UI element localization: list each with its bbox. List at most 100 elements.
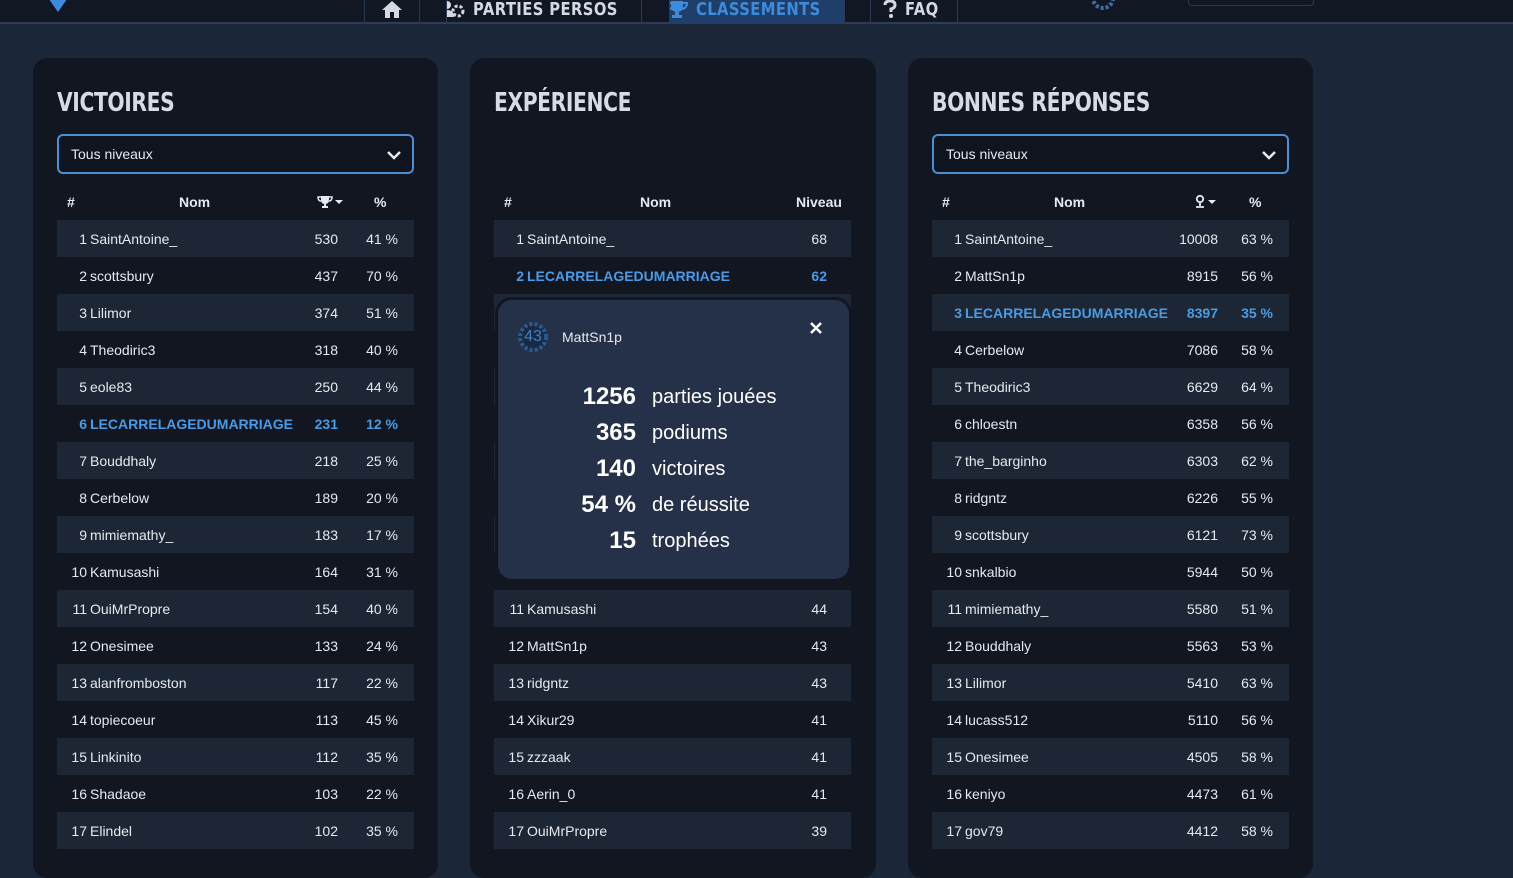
table-row[interactable]: 1 SaintAntoine_ 530 41 %	[57, 220, 414, 257]
table-row[interactable]: 4 Cerbelow 7086 58 %	[932, 331, 1289, 368]
row-player-name[interactable]: eole83	[90, 368, 132, 405]
table-row[interactable]: 4 Theodiric3 318 40 %	[57, 331, 414, 368]
row-player-name[interactable]: scottsbury	[90, 257, 154, 294]
table-row[interactable]: 15 Onesimee 4505 58 %	[932, 738, 1289, 775]
table-row[interactable]: 7 Bouddhaly 218 25 %	[57, 442, 414, 479]
table-row[interactable]: 9 mimiemathy_ 183 17 %	[57, 516, 414, 553]
row-player-name[interactable]: LECARRELAGEDUMARRIAGE	[90, 405, 293, 442]
sort-victories-button[interactable]	[317, 183, 343, 220]
row-player-name[interactable]: Onesimee	[965, 738, 1029, 775]
logo-icon[interactable]	[44, 0, 72, 12]
header-name[interactable]: Nom	[179, 183, 210, 220]
row-player-name[interactable]: Kamusashi	[527, 590, 596, 627]
table-row[interactable]: 16 Aerin_0 41	[494, 775, 851, 812]
row-player-name[interactable]: Lilimor	[90, 294, 131, 331]
table-row[interactable]: 8 Cerbelow 189 20 %	[57, 479, 414, 516]
table-row[interactable]: 6 LECARRELAGEDUMARRIAGE 231 12 %	[57, 405, 414, 442]
row-player-name[interactable]: snkalbio	[965, 553, 1016, 590]
row-player-name[interactable]: Lilimor	[965, 664, 1006, 701]
table-row[interactable]: 15 zzzaak 41	[494, 738, 851, 775]
table-row[interactable]: 15 Linkinito 112 35 %	[57, 738, 414, 775]
row-player-name[interactable]: Onesimee	[90, 627, 154, 664]
table-row[interactable]: 5 eole83 250 44 %	[57, 368, 414, 405]
table-row[interactable]: 14 topiecoeur 113 45 %	[57, 701, 414, 738]
table-row[interactable]: 14 Xikur29 41	[494, 701, 851, 738]
table-row[interactable]: 16 keniyo 4473 61 %	[932, 775, 1289, 812]
row-player-name[interactable]: Cerbelow	[965, 331, 1024, 368]
table-row[interactable]: 7 the_barginho 6303 62 %	[932, 442, 1289, 479]
row-player-name[interactable]: chloestn	[965, 405, 1017, 442]
row-player-name[interactable]: LECARRELAGEDUMARRIAGE	[527, 257, 730, 294]
header-name[interactable]: Nom	[1054, 183, 1085, 220]
row-player-name[interactable]: Bouddhaly	[90, 442, 156, 479]
table-row[interactable]: 14 lucass512 5110 56 %	[932, 701, 1289, 738]
header-level[interactable]: Niveau	[796, 183, 842, 220]
table-row[interactable]: 1 SaintAntoine_ 68	[494, 220, 851, 257]
level-filter-select[interactable]: Tous niveaux	[932, 134, 1289, 174]
table-row[interactable]: 10 snkalbio 5944 50 %	[932, 553, 1289, 590]
row-player-name[interactable]: scottsbury	[965, 516, 1029, 553]
table-row[interactable]: 2 LECARRELAGEDUMARRIAGE 62	[494, 257, 851, 294]
table-row[interactable]: 17 OuiMrPropre 39	[494, 812, 851, 849]
table-row[interactable]: 1 SaintAntoine_ 10008 63 %	[932, 220, 1289, 257]
table-row[interactable]: 17 Elindel 102 35 %	[57, 812, 414, 849]
table-row[interactable]: 2 MattSn1p 8915 56 %	[932, 257, 1289, 294]
table-row[interactable]: 16 Shadaoe 103 22 %	[57, 775, 414, 812]
table-row[interactable]: 3 LECARRELAGEDUMARRIAGE 8397 35 %	[932, 294, 1289, 331]
table-row[interactable]: 13 Lilimor 5410 63 %	[932, 664, 1289, 701]
nav-parties-persos[interactable]: PARTIES PERSOS	[446, 0, 642, 24]
row-player-name[interactable]: MattSn1p	[965, 257, 1025, 294]
row-player-name[interactable]: Theodiric3	[965, 368, 1030, 405]
row-player-name[interactable]: lucass512	[965, 701, 1028, 738]
row-player-name[interactable]: mimiemathy_	[965, 590, 1048, 627]
table-row[interactable]: 17 gov79 4412 58 %	[932, 812, 1289, 849]
user-menu-button[interactable]	[1188, 0, 1314, 6]
table-row[interactable]: 5 Theodiric3 6629 64 %	[932, 368, 1289, 405]
row-player-name[interactable]: Bouddhaly	[965, 627, 1031, 664]
table-row[interactable]: 3 Lilimor 374 51 %	[57, 294, 414, 331]
nav-faq[interactable]: FAQ	[870, 0, 958, 24]
close-icon[interactable]	[806, 318, 826, 338]
row-player-name[interactable]: Theodiric3	[90, 331, 155, 368]
row-player-name[interactable]: Cerbelow	[90, 479, 149, 516]
table-row[interactable]: 11 Kamusashi 44	[494, 590, 851, 627]
table-row[interactable]: 6 chloestn 6358 56 %	[932, 405, 1289, 442]
row-player-name[interactable]: topiecoeur	[90, 701, 155, 738]
row-player-name[interactable]: the_barginho	[965, 442, 1047, 479]
row-player-name[interactable]: alanfromboston	[90, 664, 187, 701]
table-row[interactable]: 13 alanfromboston 117 22 %	[57, 664, 414, 701]
table-row[interactable]: 8 ridgntz 6226 55 %	[932, 479, 1289, 516]
row-player-name[interactable]: Aerin_0	[527, 775, 575, 812]
row-player-name[interactable]: mimiemathy_	[90, 516, 173, 553]
row-player-name[interactable]: SaintAntoine_	[90, 220, 177, 257]
row-player-name[interactable]: OuiMrPropre	[90, 590, 170, 627]
nav-classements[interactable]: CLASSEMENTS	[669, 0, 845, 24]
row-player-name[interactable]: keniyo	[965, 775, 1005, 812]
sort-answers-button[interactable]	[1194, 183, 1216, 220]
table-row[interactable]: 9 scottsbury 6121 73 %	[932, 516, 1289, 553]
row-player-name[interactable]: SaintAntoine_	[965, 220, 1052, 257]
table-row[interactable]: 2 scottsbury 437 70 %	[57, 257, 414, 294]
row-player-name[interactable]: Xikur29	[527, 701, 574, 738]
row-player-name[interactable]: ridgntz	[527, 664, 569, 701]
header-name[interactable]: Nom	[640, 183, 671, 220]
level-badge-icon[interactable]	[1090, 0, 1116, 10]
table-row[interactable]: 11 mimiemathy_ 5580 51 %	[932, 590, 1289, 627]
table-row[interactable]: 10 Kamusashi 164 31 %	[57, 553, 414, 590]
table-row[interactable]: 12 Onesimee 133 24 %	[57, 627, 414, 664]
nav-home[interactable]	[364, 0, 420, 24]
row-player-name[interactable]: SaintAntoine_	[527, 220, 614, 257]
row-player-name[interactable]: Linkinito	[90, 738, 141, 775]
row-player-name[interactable]: Elindel	[90, 812, 132, 849]
table-row[interactable]: 11 OuiMrPropre 154 40 %	[57, 590, 414, 627]
table-row[interactable]: 13 ridgntz 43	[494, 664, 851, 701]
table-row[interactable]: 12 Bouddhaly 5563 53 %	[932, 627, 1289, 664]
row-player-name[interactable]: MattSn1p	[527, 627, 587, 664]
table-row[interactable]: 12 MattSn1p 43	[494, 627, 851, 664]
row-player-name[interactable]: ridgntz	[965, 479, 1007, 516]
row-player-name[interactable]: OuiMrPropre	[527, 812, 607, 849]
row-player-name[interactable]: Kamusashi	[90, 553, 159, 590]
row-player-name[interactable]: zzzaak	[527, 738, 571, 775]
row-player-name[interactable]: Shadaoe	[90, 775, 146, 812]
row-player-name[interactable]: LECARRELAGEDUMARRIAGE	[965, 294, 1168, 331]
